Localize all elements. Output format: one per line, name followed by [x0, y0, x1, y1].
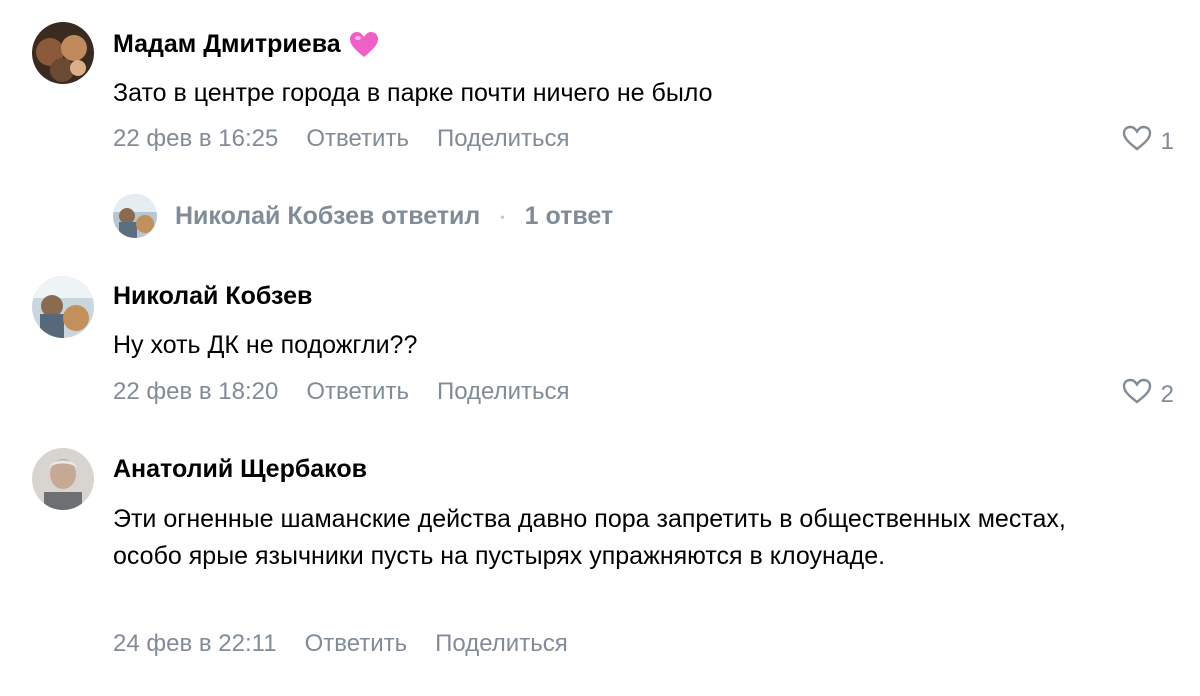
reply-button[interactable]: Ответить — [306, 378, 409, 406]
like-count: 2 — [1160, 380, 1174, 408]
author-name[interactable]: Анатолий Щербаков — [113, 455, 367, 484]
like-button[interactable]: 1 — [1121, 124, 1174, 159]
replies-author-text[interactable]: Николай Кобзев ответил — [175, 202, 480, 231]
share-button[interactable]: Поделиться — [437, 378, 570, 406]
heart-outline-icon — [1121, 124, 1153, 159]
comment-date[interactable]: 24 фев в 22:11 — [113, 630, 277, 658]
comment-meta: 22 фев в 18:20 Ответить Поделиться — [113, 378, 569, 406]
replies-thread[interactable]: Николай Кобзев ответил · 1 ответ — [113, 194, 613, 238]
share-button[interactable]: Поделиться — [435, 630, 568, 658]
author-name[interactable]: Николай Кобзев — [113, 282, 312, 311]
comment-author[interactable]: Анатолий Щербаков — [113, 455, 367, 484]
comment-text: Зато в центре города в парке почти ничег… — [113, 79, 713, 107]
like-button[interactable]: 2 — [1121, 377, 1174, 412]
reply-author-avatar — [113, 194, 157, 238]
share-button[interactable]: Поделиться — [437, 125, 570, 153]
pink-heart-emoji — [349, 31, 379, 59]
comment-date[interactable]: 22 фев в 18:20 — [113, 378, 278, 406]
comment-text: Эти огненные шаманские действа давно пор… — [113, 505, 1066, 570]
replies-count[interactable]: 1 ответ — [525, 202, 614, 231]
author-name[interactable]: Мадам Дмитриева — [113, 30, 341, 59]
avatar[interactable] — [32, 276, 94, 338]
comment: Мадам Дмитриева Зато в центре города в п… — [0, 0, 1200, 250]
comment-date[interactable]: 22 фев в 16:25 — [113, 125, 278, 153]
reply-button[interactable]: Ответить — [305, 630, 408, 658]
comment-meta: 24 фев в 22:11 Ответить Поделиться — [113, 630, 568, 658]
heart-outline-icon — [1121, 377, 1153, 412]
comment-text: Ну хоть ДК не подожгли?? — [113, 331, 418, 359]
avatar[interactable] — [32, 448, 94, 510]
reply-button[interactable]: Ответить — [306, 125, 409, 153]
comment-meta: 22 фев в 16:25 Ответить Поделиться — [113, 125, 569, 153]
comment-author[interactable]: Николай Кобзев — [113, 282, 312, 311]
comment: Николай Кобзев Ну хоть ДК не подожгли?? … — [0, 250, 1200, 440]
avatar[interactable] — [32, 22, 94, 84]
like-count: 1 — [1160, 127, 1174, 155]
comment: Анатолий Щербаков Эти огненные шаманские… — [0, 440, 1200, 696]
comment-author[interactable]: Мадам Дмитриева — [113, 30, 379, 59]
separator: · — [498, 201, 507, 230]
